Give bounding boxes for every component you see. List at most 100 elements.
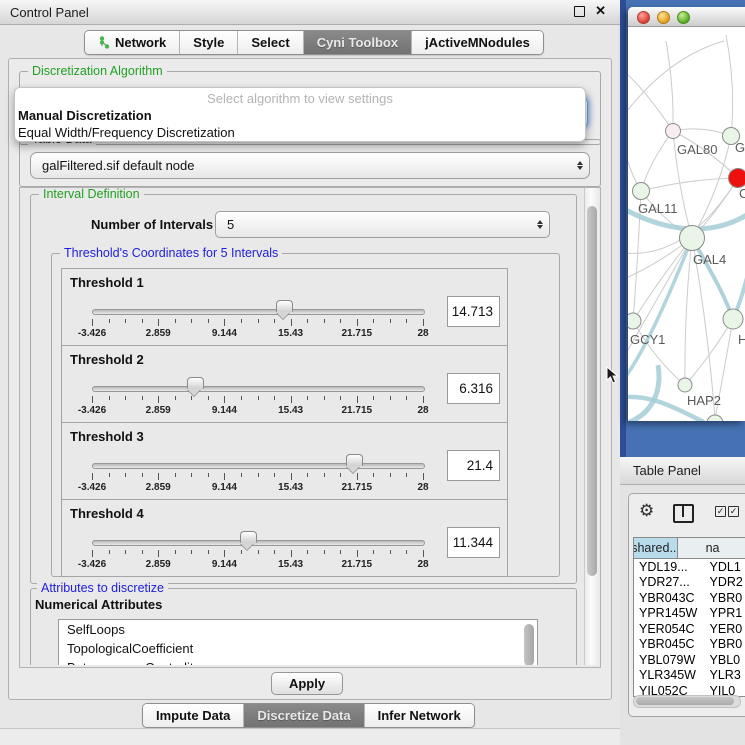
tab-jactivemnodules[interactable]: jActiveMNodules: [411, 31, 543, 54]
tab-label: jActiveMNodules: [425, 35, 530, 50]
table-cell-name[interactable]: YDR2: [706, 575, 745, 589]
table-row[interactable]: YER054CYER0: [634, 621, 745, 637]
network-node[interactable]: [723, 309, 743, 329]
gear-icon[interactable]: ⚙: [639, 502, 654, 519]
network-graph[interactable]: GAL80G.CGAL11GAL4GCY1HHAP2: [628, 27, 745, 421]
threshold-value-field[interactable]: 11.344: [447, 527, 500, 558]
column-header-name[interactable]: na: [678, 538, 745, 558]
threshold-panels: Threshold 1-3.4262.8599.14415.4321.71528…: [61, 269, 508, 577]
network-node[interactable]: [707, 415, 723, 421]
network-node[interactable]: [633, 183, 650, 200]
dropdown-prompt-item[interactable]: Select algorithm to view settings: [15, 91, 585, 107]
network-edge[interactable]: [726, 35, 733, 136]
slider-thumb[interactable]: [187, 377, 204, 389]
subtab-infer-network[interactable]: Infer Network: [364, 704, 474, 727]
network-node[interactable]: [628, 313, 641, 329]
table-cell-shared-name[interactable]: YLR345W: [634, 668, 706, 682]
checkbox-icon[interactable]: ✓: [728, 506, 739, 517]
horizontal-scrollbar-thumb[interactable]: [636, 697, 734, 705]
numerical-attributes-list[interactable]: SelfLoopsTopologicalCoefficientBetweenne…: [58, 619, 538, 665]
network-node[interactable]: [680, 226, 705, 251]
table-cell-shared-name[interactable]: YER054C: [634, 622, 706, 636]
apply-button[interactable]: Apply: [271, 672, 343, 695]
number-of-intervals-combobox[interactable]: 5: [215, 211, 550, 238]
table-cell-name[interactable]: YLR3: [706, 668, 745, 682]
tab-cyni-toolbox[interactable]: Cyni Toolbox: [303, 31, 411, 54]
table-cell-shared-name[interactable]: YDL19...: [634, 560, 706, 574]
float-window-icon[interactable]: [574, 6, 585, 17]
slider-tick: [373, 550, 374, 554]
vertical-scrollbar-thumb[interactable]: [587, 206, 597, 576]
table-row[interactable]: YPR145WYPR1: [634, 606, 745, 622]
table-data-combobox[interactable]: galFiltered.sif default node: [30, 152, 590, 179]
table-cell-shared-name[interactable]: YBL079W: [634, 653, 706, 667]
table-cell-name[interactable]: YBR0: [706, 591, 745, 605]
table-row[interactable]: YDR27...YDR2: [634, 575, 745, 591]
threshold-value-field[interactable]: 6.316: [447, 373, 500, 404]
slider-track[interactable]: [92, 309, 425, 315]
dropdown-item-equal-width[interactable]: Equal Width/Frequency Discretization: [15, 124, 585, 141]
list-scrollbar-thumb[interactable]: [524, 624, 534, 665]
table-cell-name[interactable]: YPR1: [706, 606, 745, 620]
threshold-label: Threshold 2: [70, 352, 144, 367]
columns-icon[interactable]: [673, 504, 694, 523]
column-header-shared-name[interactable]: shared...: [634, 538, 678, 558]
slider-tick: [291, 473, 292, 480]
table-cell-name[interactable]: YBR0: [706, 637, 745, 651]
subtab-discretize-data[interactable]: Discretize Data: [243, 704, 363, 727]
network-canvas[interactable]: GAL80G.CGAL11GAL4GCY1HHAP2: [628, 27, 745, 421]
slider-track[interactable]: [92, 463, 425, 469]
slider-track[interactable]: [92, 386, 425, 392]
combobox-stepper-icon[interactable]: [571, 161, 589, 170]
table-cell-shared-name[interactable]: YBR043C: [634, 591, 706, 605]
table-row[interactable]: YBR045CYBR0: [634, 637, 745, 653]
table-row[interactable]: YBL079WYBL0: [634, 652, 745, 668]
network-node[interactable]: [729, 169, 745, 188]
checkbox-icon[interactable]: ✓: [715, 506, 726, 517]
slider-thumb[interactable]: [240, 531, 257, 543]
table-cell-name[interactable]: YBL0: [706, 653, 745, 667]
table-cell-name[interactable]: YER0: [706, 622, 745, 636]
network-edge[interactable]: [641, 178, 738, 191]
combobox-stepper-icon[interactable]: [531, 220, 549, 229]
subtab-impute-data[interactable]: Impute Data: [143, 704, 243, 727]
vertical-scrollbar[interactable]: [584, 188, 600, 665]
zoom-traffic-light-icon[interactable]: [677, 11, 690, 24]
network-edge[interactable]: [628, 41, 724, 115]
minimize-traffic-light-icon[interactable]: [657, 11, 670, 24]
slider-tick: [324, 396, 325, 400]
table-cell-shared-name[interactable]: YDR27...: [634, 575, 706, 589]
table-row[interactable]: YDL19...YDL1: [634, 559, 745, 575]
slider-tick: [109, 396, 110, 400]
attribute-list-item[interactable]: SelfLoops: [59, 620, 537, 639]
slider-tick: [191, 319, 192, 323]
table-row[interactable]: YBR043CYBR0: [634, 590, 745, 606]
network-edge-highlighted[interactable]: [628, 365, 659, 421]
slider-thumb[interactable]: [346, 454, 363, 466]
slider-thumb[interactable]: [276, 300, 293, 312]
network-edge[interactable]: [685, 238, 692, 385]
table-cell-name[interactable]: YDL1: [706, 560, 745, 574]
tab-label: Network: [115, 35, 166, 50]
threshold-value-field[interactable]: 21.4: [447, 450, 500, 481]
network-edge[interactable]: [666, 41, 673, 131]
close-icon[interactable]: ✕: [595, 5, 606, 17]
table-cell-shared-name[interactable]: YPR145W: [634, 606, 706, 620]
attribute-list-item[interactable]: TopologicalCoefficient: [59, 639, 537, 658]
network-edge[interactable]: [641, 131, 673, 191]
close-traffic-light-icon[interactable]: [637, 11, 650, 24]
table-row[interactable]: YLR345WYLR3: [634, 668, 745, 684]
tab-network[interactable]: Network: [85, 31, 179, 54]
slider-track[interactable]: [92, 540, 425, 546]
threshold-value-field[interactable]: 14.713: [447, 296, 500, 327]
attribute-list-item[interactable]: BetweennessCentrality: [59, 658, 537, 665]
dropdown-item-manual-discretization[interactable]: Manual Discretization: [15, 107, 585, 124]
tab-select[interactable]: Select: [237, 31, 302, 54]
horizontal-scrollbar[interactable]: [633, 695, 741, 708]
list-scrollbar[interactable]: [524, 622, 535, 665]
network-node[interactable]: [678, 378, 692, 392]
network-node[interactable]: [666, 124, 681, 139]
tab-style[interactable]: Style: [179, 31, 237, 54]
table-cell-shared-name[interactable]: YBR045C: [634, 637, 706, 651]
network-edge-highlighted[interactable]: [692, 238, 733, 319]
